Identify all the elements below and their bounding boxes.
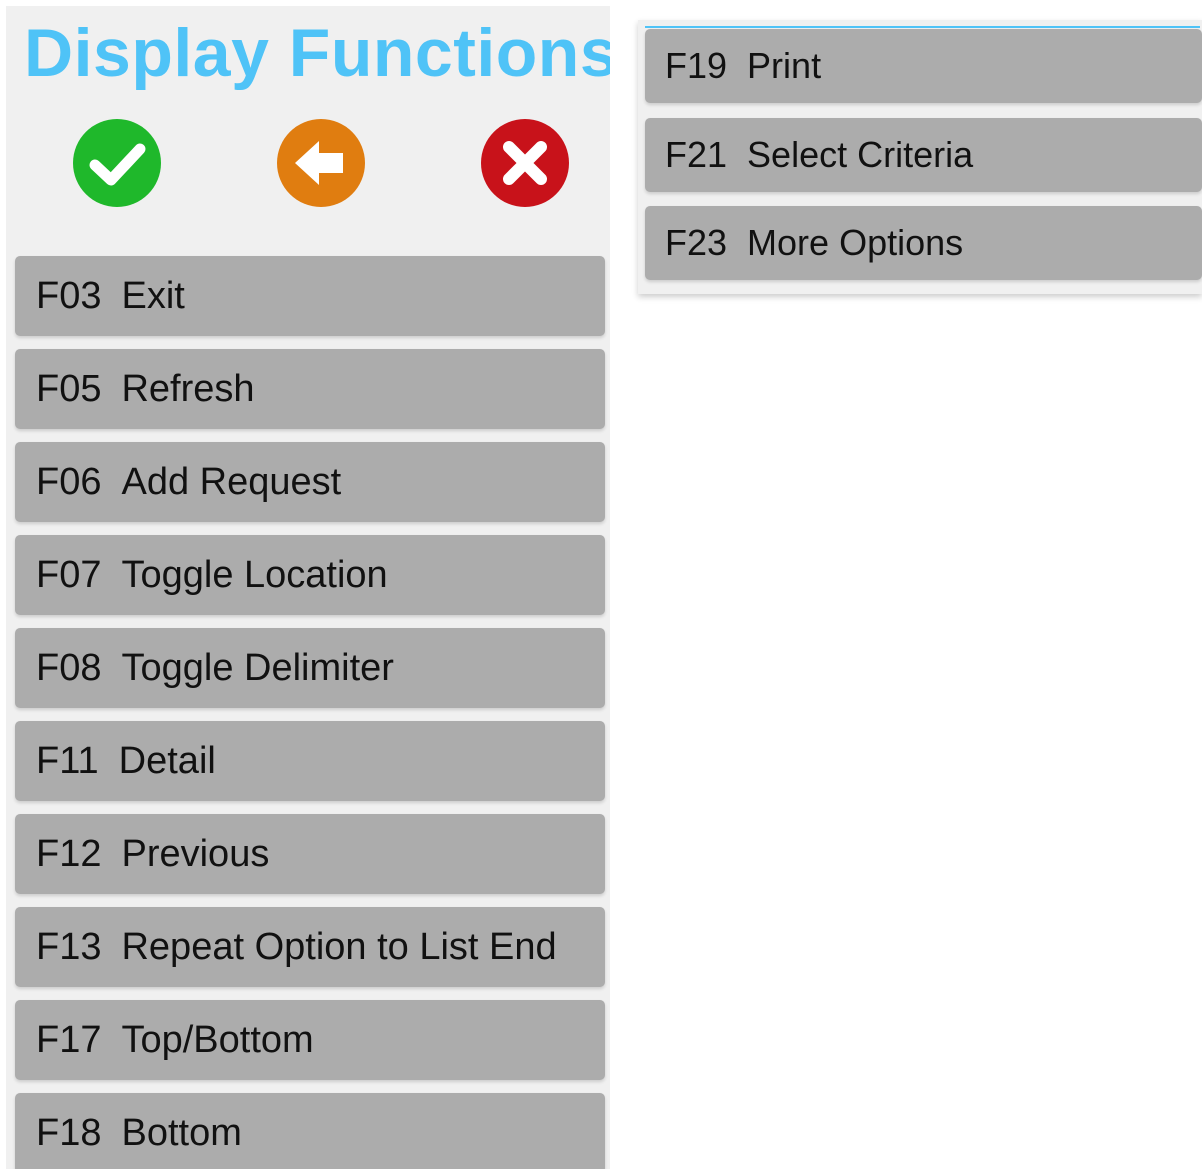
f18-bottom-button[interactable]: F18 Bottom [15,1093,605,1169]
more-functions-panel: F19 Print F21 Select Criteria F23 More O… [638,20,1202,294]
arrow-left-icon[interactable] [277,119,365,207]
f07-toggle-location-button[interactable]: F07 Toggle Location [15,535,605,615]
function-label: More Options [747,222,964,263]
f03-exit-button[interactable]: F03 Exit [15,256,605,336]
f08-toggle-delimiter-button[interactable]: F08 Toggle Delimiter [15,628,605,708]
f19-print-button[interactable]: F19 Print [645,29,1202,103]
f23-more-options-button[interactable]: F23 More Options [645,206,1202,280]
function-label: Repeat Option to List End [121,925,557,968]
function-key: F06 [36,460,102,503]
function-label: Bottom [121,1111,242,1154]
function-label: Add Request [121,460,342,503]
f11-detail-button[interactable]: F11 Detail [15,721,605,801]
function-key: F23 [665,222,728,263]
function-label: Previous [121,832,270,875]
function-key: F11 [36,739,99,782]
function-key: F03 [36,274,102,317]
function-key: F12 [36,832,102,875]
function-key: F19 [665,45,728,86]
function-label: Exit [121,274,185,317]
f21-select-criteria-button[interactable]: F21 Select Criteria [645,118,1202,192]
f06-add-request-button[interactable]: F06 Add Request [15,442,605,522]
function-key: F13 [36,925,102,968]
panel-title: Display Functions [24,15,610,91]
panel-accent-line [645,26,1200,28]
f13-repeat-option-button[interactable]: F13 Repeat Option to List End [15,907,605,987]
display-functions-panel: Display Functions F03 Exit F05 Refresh F… [6,6,610,1169]
function-label: Select Criteria [747,134,974,175]
function-label: Toggle Delimiter [121,646,394,689]
close-icon[interactable] [481,119,569,207]
function-label: Print [747,45,822,86]
function-label: Top/Bottom [121,1018,314,1061]
function-label: Detail [118,739,216,782]
function-label: Toggle Location [121,553,388,596]
function-key: F17 [36,1018,102,1061]
check-icon[interactable] [73,119,161,207]
function-key: F05 [36,367,102,410]
f12-previous-button[interactable]: F12 Previous [15,814,605,894]
function-key: F21 [665,134,728,175]
function-key: F07 [36,553,102,596]
f17-top-bottom-button[interactable]: F17 Top/Bottom [15,1000,605,1080]
f05-refresh-button[interactable]: F05 Refresh [15,349,605,429]
function-key: F18 [36,1111,102,1154]
function-label: Refresh [121,367,255,410]
function-key: F08 [36,646,102,689]
